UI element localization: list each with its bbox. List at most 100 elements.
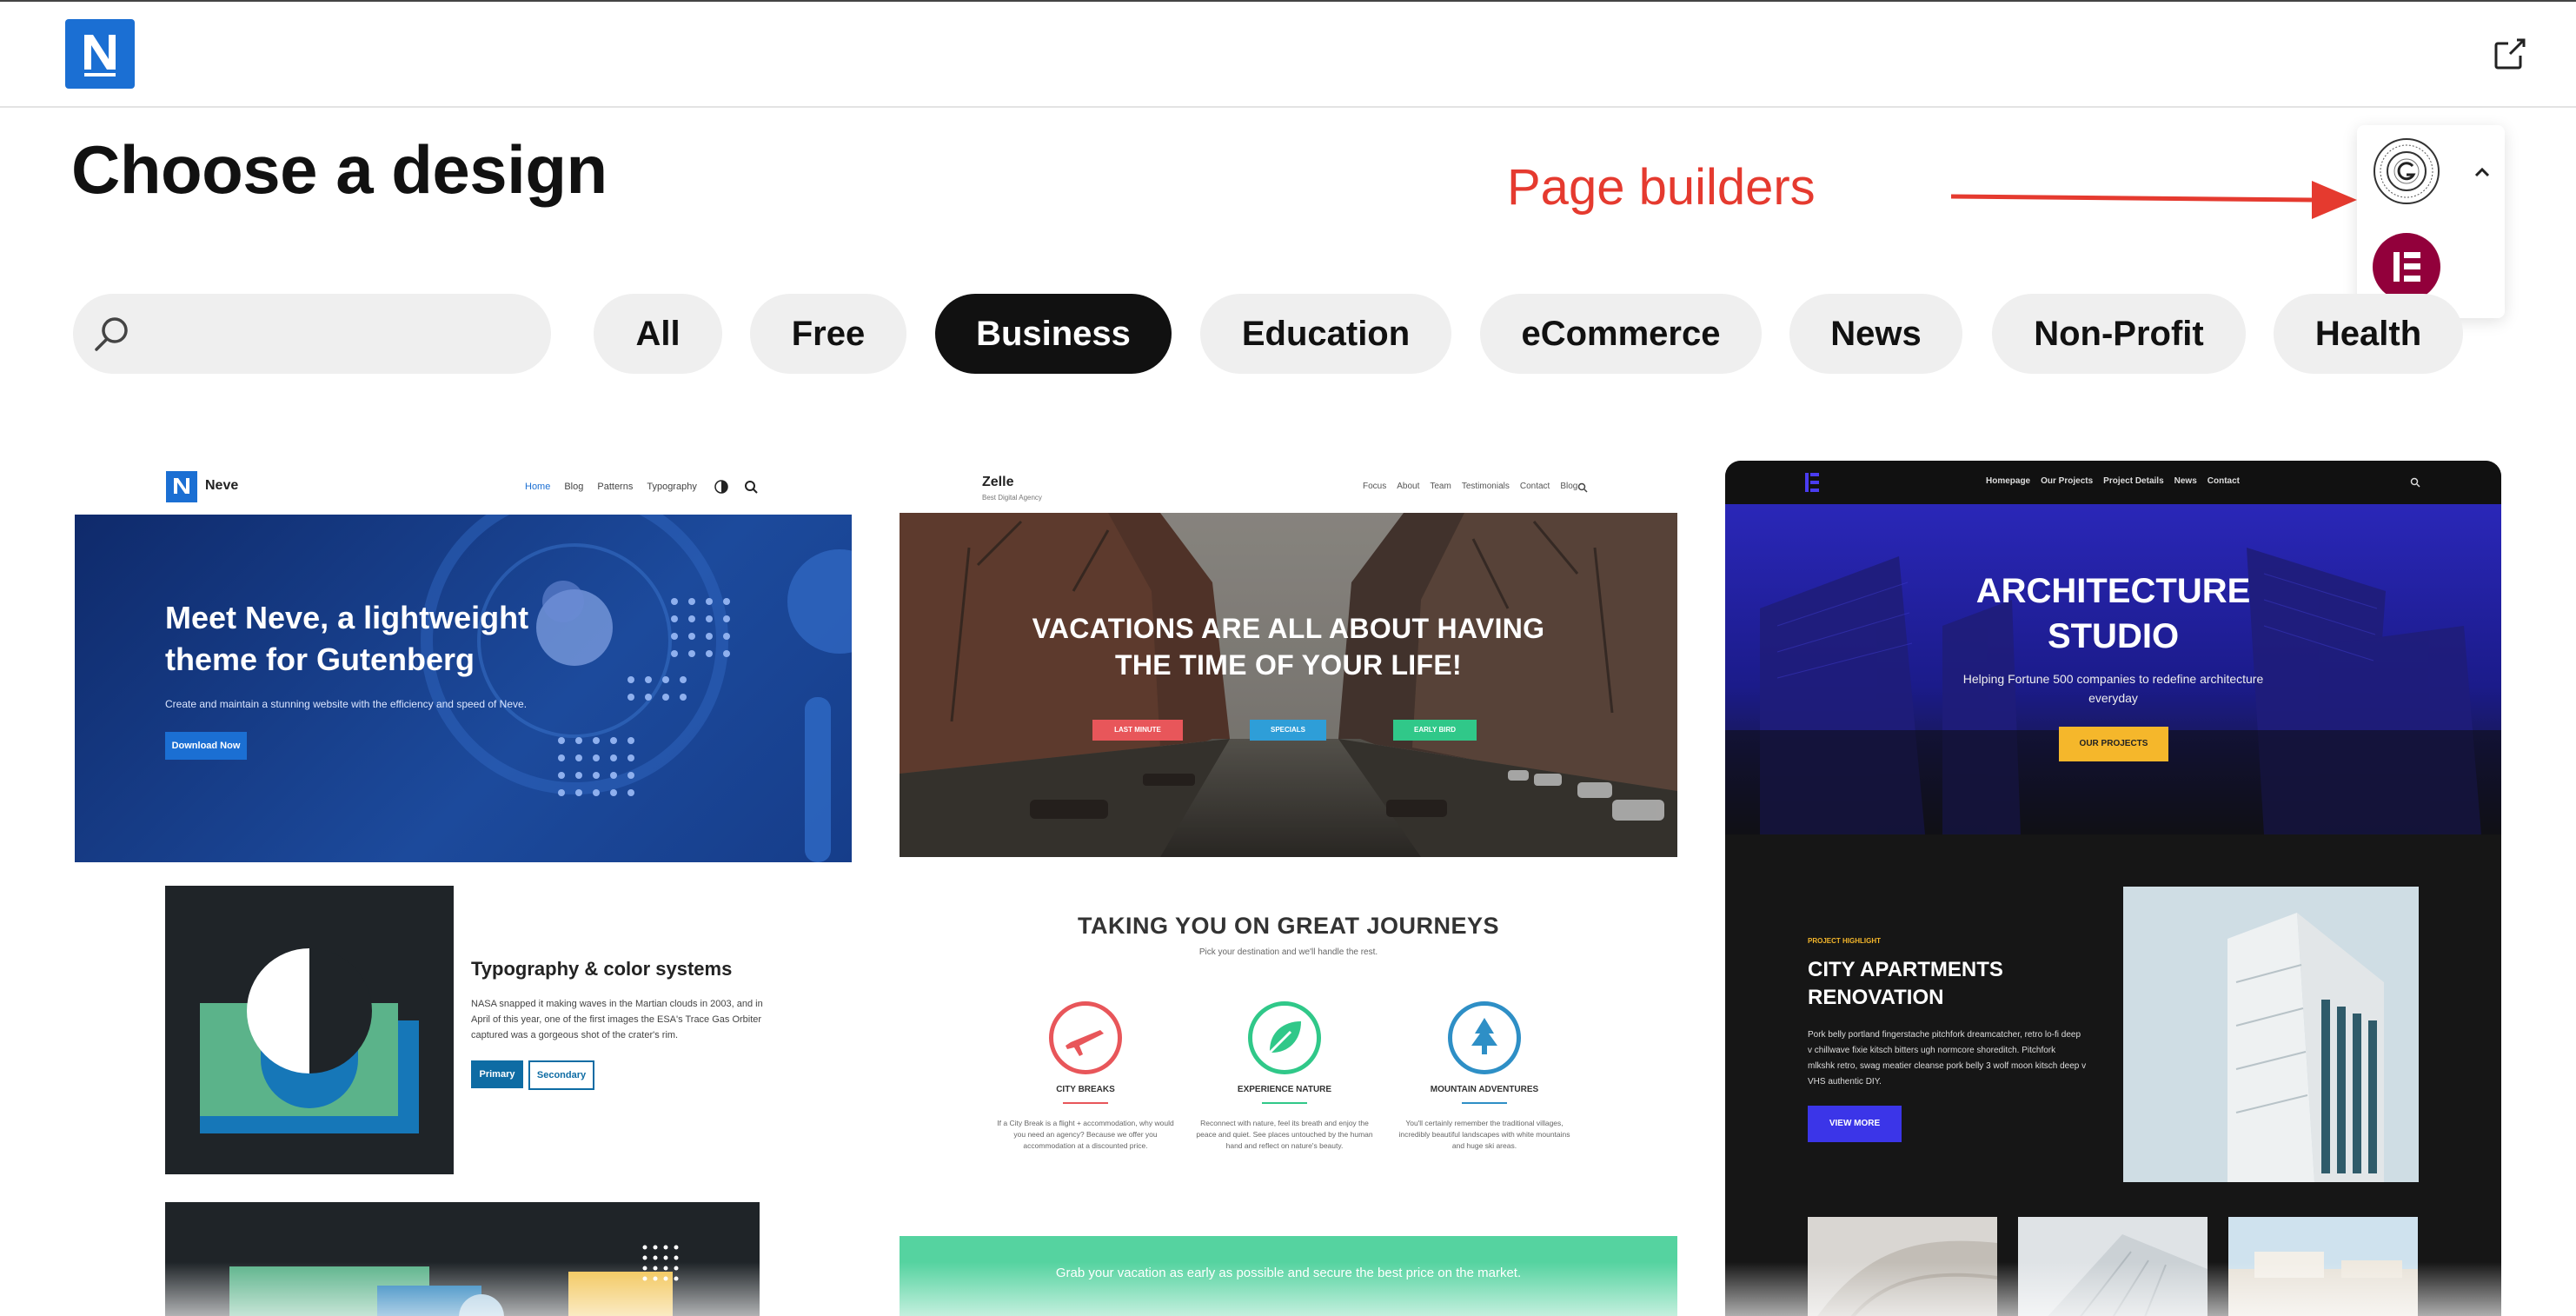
template-card-architecture[interactable]: Homepage Our Projects Project Details Ne… bbox=[1725, 461, 2501, 1316]
arch-search-icon bbox=[2410, 477, 2420, 488]
chevron-up-icon[interactable] bbox=[2472, 162, 2493, 187]
architecture-logo-icon bbox=[1805, 473, 1819, 492]
zelle-nav-team: Team bbox=[1430, 482, 1451, 491]
zelle-feature-1-underline bbox=[1063, 1102, 1108, 1104]
arch-project-text-4: VHS authentic DIY. bbox=[1808, 1077, 1882, 1087]
template-card-neve[interactable]: Neve Home Blog Patterns Typography Meet … bbox=[75, 461, 852, 1316]
filter-health[interactable]: Health bbox=[2274, 294, 2463, 374]
zelle-feature-3-text-3: and huge ski areas. bbox=[1451, 1141, 1517, 1150]
zelle-section-title: TAKING YOU ON GREAT JOURNEYS bbox=[1077, 913, 1500, 939]
arch-project-title-2: RENOVATION bbox=[1808, 986, 1944, 1009]
zelle-feature-1-text-1: If a City Break is a flight + accommodat… bbox=[997, 1119, 1174, 1127]
arch-hero-title-1: ARCHITECTURE bbox=[1975, 572, 2251, 610]
page-builder-switcher[interactable] bbox=[2357, 125, 2505, 318]
arch-our-projects-button[interactable]: OUR PROJECTS bbox=[2059, 727, 2168, 761]
neve-bottom-illustration bbox=[165, 1202, 760, 1316]
neve-primary-button[interactable]: Primary bbox=[471, 1060, 523, 1088]
neve-brand: Neve bbox=[205, 478, 239, 493]
zelle-hero-line-2: THE TIME OF YOUR LIFE! bbox=[1115, 649, 1462, 681]
zelle-nav-about: About bbox=[1397, 482, 1420, 491]
search-icon bbox=[95, 317, 128, 351]
neve-download-button[interactable]: Download Now bbox=[165, 732, 247, 760]
arch-nav-homepage: Homepage bbox=[1986, 476, 2031, 486]
search-box[interactable] bbox=[73, 294, 551, 374]
neve-logo-icon[interactable] bbox=[65, 19, 135, 89]
annotation-arrow-icon bbox=[1950, 181, 2357, 219]
gutenberg-icon[interactable] bbox=[2373, 137, 2440, 205]
zelle-banner: Grab your vacation as early as possible … bbox=[900, 1236, 1677, 1316]
zelle-feature-3-text-2: incredibly beautiful landscapes with whi… bbox=[1398, 1130, 1570, 1139]
arch-nav-contact: Contact bbox=[2207, 476, 2240, 486]
zelle-feature-1-text-3: accommodation at a discounted price. bbox=[1023, 1141, 1148, 1150]
zelle-feature-2-title: EXPERIENCE NATURE bbox=[1237, 1085, 1332, 1094]
zelle-feature-2-text-1: Reconnect with nature, feel its breath a… bbox=[1200, 1119, 1369, 1127]
neve-feature-text-2: April of this year, one of the first ima… bbox=[471, 1014, 762, 1025]
zelle-search-icon bbox=[1577, 482, 1588, 493]
filter-all[interactable]: All bbox=[594, 294, 722, 374]
filter-ecommerce[interactable]: eCommerce bbox=[1480, 294, 1762, 374]
zelle-nav-focus: Focus bbox=[1363, 482, 1387, 491]
template-card-zelle[interactable]: Zelle Best Digital Agency Focus About Te… bbox=[900, 461, 1677, 1316]
neve-nav-typography: Typography bbox=[647, 482, 697, 492]
zelle-feature-1-text-2: you need an agency? Because we offer you bbox=[1013, 1130, 1158, 1139]
zelle-feature-3-underline bbox=[1462, 1102, 1507, 1104]
filter-non-profit[interactable]: Non-Profit bbox=[1992, 294, 2246, 374]
zelle-navbar: Zelle Best Digital Agency Focus About Te… bbox=[900, 461, 1677, 515]
zelle-nav-contact: Contact bbox=[1519, 482, 1550, 491]
page-builders-annotation: Page builders bbox=[1507, 159, 1816, 216]
zelle-feature-3-title: MOUNTAIN ADVENTURES bbox=[1430, 1085, 1539, 1094]
zelle-banner-text: Grab your vacation as early as possible … bbox=[1055, 1266, 1522, 1280]
neve-search-icon bbox=[745, 481, 758, 494]
zelle-hero-photo: VACATIONS ARE ALL ABOUT HAVING THE TIME … bbox=[900, 513, 1677, 857]
neve-navbar: Neve Home Blog Patterns Typography bbox=[75, 461, 852, 515]
neve-feature-text-3: captured was a gorgeous shot of the crat… bbox=[471, 1030, 679, 1040]
arch-project-text-3: mlkshk retro, swag meatier cleanse pork … bbox=[1808, 1061, 2087, 1071]
zelle-nav-blog: Blog bbox=[1560, 482, 1578, 491]
zelle-feature-2-underline bbox=[1262, 1102, 1307, 1104]
arch-project-title-1: CITY APARTMENTS bbox=[1808, 958, 2003, 981]
zelle-last-minute-button[interactable]: LAST MINUTE bbox=[1092, 720, 1183, 741]
airplane-icon bbox=[1049, 1001, 1122, 1074]
filter-news[interactable]: News bbox=[1789, 294, 1962, 374]
external-link-icon[interactable] bbox=[2491, 35, 2529, 73]
zelle-specials-button[interactable]: SPECIALS bbox=[1250, 720, 1326, 741]
contrast-icon bbox=[714, 480, 728, 494]
filter-free[interactable]: Free bbox=[750, 294, 906, 374]
arch-project-text-1: Pork belly portland fingerstache pitchfo… bbox=[1808, 1030, 2081, 1040]
neve-hero-decoration bbox=[421, 515, 852, 862]
top-bar bbox=[0, 2, 2576, 108]
zelle-feature-1-title: CITY BREAKS bbox=[1056, 1085, 1115, 1094]
neve-hero-title-2: theme for Gutenberg bbox=[165, 641, 475, 677]
zelle-early-bird-button[interactable]: EARLY BIRD bbox=[1393, 720, 1477, 741]
neve-feature-title: Typography & color systems bbox=[471, 958, 733, 980]
arch-hero-sub-1: Helping Fortune 500 companies to redefin… bbox=[1962, 672, 2264, 686]
arch-project-text-2: v chillwave fixie kitsch bitters ugh nor… bbox=[1808, 1046, 2056, 1055]
page-title: Choose a design bbox=[71, 131, 607, 208]
tree-icon bbox=[1448, 1001, 1521, 1074]
arch-thumbnail-1 bbox=[1808, 1217, 1998, 1316]
neve-nav-home: Home bbox=[525, 482, 551, 492]
arch-view-more-button[interactable]: VIEW MORE bbox=[1808, 1106, 1902, 1142]
neve-feature-text-1: NASA snapped it making waves in the Mart… bbox=[471, 999, 763, 1009]
arch-hero-title-2: STUDIO bbox=[2047, 617, 2180, 655]
neve-secondary-button[interactable]: Secondary bbox=[528, 1060, 594, 1090]
arch-nav-projects: Our Projects bbox=[2041, 476, 2094, 486]
arch-kicker: PROJECT HIGHLIGHT bbox=[1808, 937, 1882, 945]
neve-hero-subtitle: Create and maintain a stunning website w… bbox=[165, 698, 528, 710]
neve-mini-logo-icon bbox=[166, 471, 197, 502]
neve-feature-illustration bbox=[165, 886, 454, 1174]
zelle-brand: Zelle bbox=[982, 475, 1014, 489]
zelle-section-subtitle: Pick your destination and we'll handle t… bbox=[1198, 947, 1378, 957]
neve-hero-title-1: Meet Neve, a lightweight bbox=[165, 600, 529, 635]
leaf-icon bbox=[1248, 1001, 1321, 1074]
arch-thumbnail-3 bbox=[2228, 1217, 2418, 1316]
filter-business[interactable]: Business bbox=[935, 294, 1172, 374]
arch-building-photo bbox=[2123, 887, 2419, 1182]
zelle-feature-2-text-3: hand and reflect on nature's beauty. bbox=[1225, 1141, 1344, 1150]
filter-education[interactable]: Education bbox=[1200, 294, 1451, 374]
search-input[interactable] bbox=[143, 308, 528, 362]
zelle-feature-3-text-1: You'll certainly remember the traditiona… bbox=[1405, 1119, 1564, 1127]
zelle-tagline: Best Digital Agency bbox=[982, 494, 1042, 502]
arch-hero-sub-2: everyday bbox=[2088, 691, 2138, 705]
elementor-icon[interactable] bbox=[2373, 233, 2440, 301]
